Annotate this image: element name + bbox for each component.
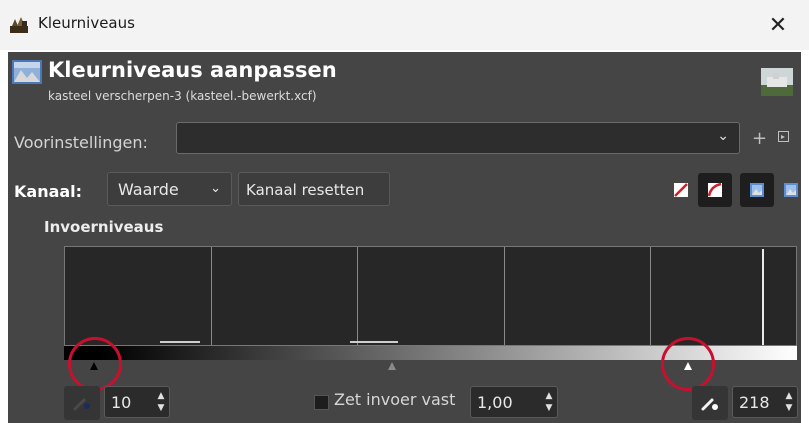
gamma-value: 1,00 (477, 393, 513, 412)
channel-label: Kanaal: (14, 182, 83, 201)
pick-black-point-button[interactable] (64, 386, 100, 420)
histogram-view-toggle-2[interactable] (774, 173, 808, 207)
histogram-bar (762, 249, 764, 345)
low-input-value: 10 (111, 393, 132, 412)
input-levels-title: Invoerniveaus (44, 218, 164, 236)
image-subtitle: kasteel verscherpen-3 (kasteel.-bewerkt.… (48, 89, 317, 103)
histogram-bar (160, 341, 200, 343)
channel-dropdown[interactable]: Waarde ⌄ (107, 172, 232, 206)
dialog-heading: Kleurniveaus aanpassen (48, 58, 337, 82)
log-histogram-toggle[interactable] (698, 173, 732, 207)
image-view-icon (784, 183, 798, 197)
reset-channel-label: Kanaal resetten (246, 181, 365, 199)
lock-input-checkbox[interactable] (314, 395, 329, 410)
channel-value: Waarde (118, 180, 179, 199)
eyedropper-white-icon (701, 398, 718, 411)
high-input-spinbutton[interactable]: 218 ▲ ▼ (732, 386, 798, 418)
highlight-circle-low (68, 337, 122, 391)
low-input-spinbutton[interactable]: 10 ▲ ▼ (104, 386, 170, 418)
highlight-circle-high (661, 337, 715, 391)
pick-white-point-button[interactable] (692, 386, 728, 420)
histogram-view-toggle[interactable] (740, 173, 774, 207)
chevron-down-icon: ⌄ (210, 181, 221, 196)
add-preset-icon[interactable]: + (752, 128, 767, 149)
spin-arrows-icon[interactable]: ▲ ▼ (544, 390, 554, 414)
image-view-icon (750, 183, 764, 197)
histogram-gridline (650, 247, 651, 345)
histogram (64, 246, 797, 346)
high-input-value: 218 (739, 393, 770, 412)
histogram-gridline (504, 247, 505, 345)
linear-histogram-toggle[interactable] (664, 173, 698, 207)
lock-input-label: Zet invoer vast (334, 390, 456, 409)
window-title: Kleurniveaus (38, 14, 135, 32)
spin-arrows-icon[interactable]: ▲ ▼ (784, 390, 794, 414)
eyedropper-black-icon (73, 398, 90, 411)
levels-dialog: Kleurniveaus ✕ Kleurniveaus aanpassen ka… (0, 0, 809, 423)
linear-histogram-icon (674, 183, 688, 197)
gimp-app-icon (10, 17, 28, 33)
levels-panel: Kleurniveaus aanpassen kasteel verscherp… (8, 52, 801, 423)
levels-header-icon (12, 60, 42, 84)
gamma-handle[interactable] (388, 362, 396, 370)
presets-dropdown[interactable]: ⌄ (176, 122, 740, 154)
log-histogram-icon (708, 183, 722, 197)
presets-label: Voorinstellingen: (14, 133, 148, 152)
title-bar: Kleurniveaus ✕ (0, 0, 809, 50)
histogram-gridline (357, 247, 358, 345)
preset-menu-icon[interactable] (778, 131, 789, 142)
image-thumbnail (761, 68, 793, 96)
spin-arrows-icon[interactable]: ▲ ▼ (156, 390, 166, 414)
histogram-bar (350, 341, 398, 343)
reset-channel-button[interactable]: Kanaal resetten (238, 172, 390, 206)
histogram-gridline (211, 247, 212, 345)
gamma-spinbutton[interactable]: 1,00 ▲ ▼ (470, 386, 558, 418)
chevron-down-icon: ⌄ (717, 128, 729, 144)
close-icon[interactable]: ✕ (761, 8, 795, 42)
